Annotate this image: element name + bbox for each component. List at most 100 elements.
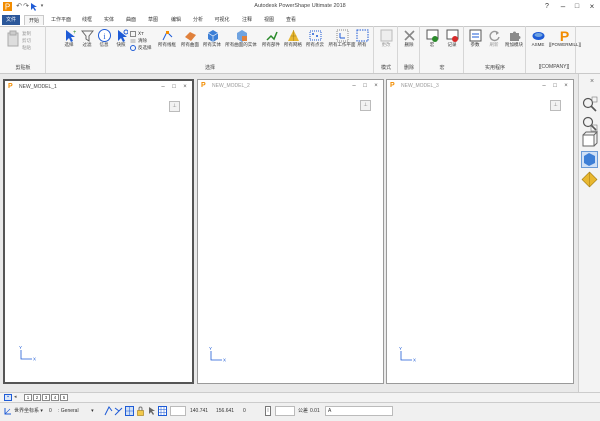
window-tab-3[interactable]: 3 bbox=[42, 394, 50, 401]
tab-file[interactable]: 文件 bbox=[2, 15, 20, 25]
refresh-icon bbox=[488, 30, 500, 42]
lock-icon[interactable] bbox=[136, 406, 145, 416]
tab-workplane[interactable]: 工作平面 bbox=[48, 15, 74, 25]
select-small-tools: ⅩT 清除 反选择 bbox=[130, 30, 156, 51]
tab-view[interactable]: 视图 bbox=[260, 15, 278, 25]
window-maximize-icon[interactable]: □ bbox=[550, 80, 560, 92]
absolute-mode-icon[interactable] bbox=[264, 406, 273, 416]
wireframe-icon bbox=[162, 31, 172, 41]
window-tab-4[interactable]: 4 bbox=[51, 394, 59, 401]
tabs-scroll-left-icon[interactable]: ◂ bbox=[14, 394, 22, 401]
cursor-x-value: 140.741 bbox=[190, 408, 209, 414]
pointer-icon[interactable] bbox=[147, 406, 156, 416]
view-toolbar-close-icon[interactable]: × bbox=[590, 78, 594, 85]
level-select[interactable]: : General ▾ bbox=[58, 406, 94, 416]
all-point-clouds-button[interactable]: 所有点云 bbox=[302, 29, 328, 48]
coordinate-system-select[interactable]: 世界坐标系 ▾ bbox=[14, 406, 43, 416]
surface-icon bbox=[184, 32, 196, 41]
model-window-3[interactable]: P NEW_MODEL_3 – □ × ⊥ Y X bbox=[386, 79, 574, 384]
window-maximize-icon[interactable]: □ bbox=[169, 81, 179, 93]
view-cube-icon[interactable]: ⊥ bbox=[360, 100, 371, 111]
snap-intelligent-icon[interactable] bbox=[114, 406, 123, 416]
tile-windows-icon[interactable]: ▪ bbox=[4, 394, 12, 401]
zoom-window-icon[interactable] bbox=[581, 115, 598, 132]
macro-run-button[interactable]: 宏 bbox=[421, 29, 443, 48]
tab-home[interactable]: 开始 bbox=[24, 15, 44, 25]
shaded-view-icon[interactable] bbox=[581, 151, 598, 168]
window-close-icon[interactable]: × bbox=[180, 81, 190, 93]
paste-button[interactable] bbox=[6, 30, 20, 50]
parameters-icon bbox=[469, 29, 481, 42]
axis-triad-icon: Y X bbox=[209, 346, 226, 363]
copy-button[interactable]: 复制 bbox=[22, 31, 31, 37]
model-window-name: NEW_MODEL_2 bbox=[212, 83, 250, 89]
ribbon-tabs: 文件 开始 工作平面 线框 实体 曲面 草图 编辑 分析 可视化 注释 视图 查… bbox=[0, 14, 600, 26]
tab-surface[interactable]: 曲面 bbox=[122, 15, 140, 25]
clear-button[interactable]: 清除 bbox=[130, 37, 156, 44]
level-name-value: : General bbox=[58, 408, 79, 414]
macro-record-button[interactable]: 记录 bbox=[441, 29, 463, 48]
view-box-icon[interactable] bbox=[581, 131, 598, 148]
delete-x-icon bbox=[403, 30, 415, 41]
model-window-2[interactable]: P NEW_MODEL_2 – □ × ⊥ Y X bbox=[197, 79, 384, 384]
cut-button[interactable]: 剪切 bbox=[22, 38, 31, 44]
snap-tool-icon[interactable] bbox=[104, 406, 113, 416]
point-cloud-icon bbox=[309, 30, 321, 41]
all-surface-solids-button[interactable]: 所有曲面的实体 bbox=[224, 29, 258, 48]
app-title: Autodesk PowerShape Ultimate 2018 bbox=[254, 3, 346, 9]
minimize-icon[interactable]: – bbox=[556, 1, 570, 13]
tab-wireframe[interactable]: 线框 bbox=[78, 15, 96, 25]
units-field[interactable]: A bbox=[325, 406, 393, 416]
view-cube-icon[interactable]: ⊥ bbox=[550, 100, 561, 111]
workplane-status-icon[interactable] bbox=[3, 406, 12, 416]
all-solids-button[interactable]: 所有实体 bbox=[199, 29, 225, 48]
maximize-icon[interactable]: □ bbox=[570, 1, 584, 13]
tab-annotate[interactable]: 注释 bbox=[238, 15, 256, 25]
help-icon[interactable]: ? bbox=[540, 1, 554, 13]
select-group-label: 选择 bbox=[204, 65, 215, 71]
window-minimize-icon[interactable]: – bbox=[349, 80, 359, 92]
step-field[interactable] bbox=[275, 406, 295, 416]
addins-button[interactable]: 附加模块 bbox=[502, 29, 526, 48]
window-tab-1[interactable]: 1 bbox=[24, 394, 32, 401]
clear-selection-button[interactable]: ⅩT bbox=[130, 30, 156, 37]
svg-text:P: P bbox=[559, 29, 568, 42]
invert-selection-button[interactable]: 反选择 bbox=[130, 44, 156, 51]
grid-snap-icon[interactable] bbox=[125, 406, 134, 416]
tab-analysis[interactable]: 分析 bbox=[189, 15, 207, 25]
tolerance-value: 0.01 bbox=[310, 408, 320, 414]
tab-solid[interactable]: 实体 bbox=[100, 15, 118, 25]
zoom-in-icon[interactable] bbox=[581, 96, 598, 113]
select-all-button[interactable]: 所有 bbox=[351, 29, 373, 48]
mesh-icon bbox=[287, 30, 299, 41]
asme-button[interactable]: ASME bbox=[527, 29, 549, 48]
input-mode-field[interactable] bbox=[170, 406, 186, 416]
tab-sketch[interactable]: 草图 bbox=[144, 15, 162, 25]
grid-icon[interactable] bbox=[158, 406, 167, 416]
tab-edit[interactable]: 编辑 bbox=[167, 15, 185, 25]
tab-inspect[interactable]: 查看 bbox=[282, 15, 300, 25]
cursor-y-value: 156.641 bbox=[216, 408, 235, 414]
eraser-icon bbox=[130, 38, 136, 43]
window-maximize-icon[interactable]: □ bbox=[360, 80, 370, 92]
surface-solid-icon bbox=[236, 30, 247, 42]
axis-y-label: Y bbox=[399, 346, 402, 351]
tab-visualize[interactable]: 可视化 bbox=[210, 15, 234, 25]
puzzle-icon bbox=[509, 31, 520, 41]
window-minimize-icon[interactable]: – bbox=[539, 80, 549, 92]
window-close-icon[interactable]: × bbox=[371, 80, 381, 92]
axis-triad-icon: Y X bbox=[399, 346, 416, 363]
window-close-icon[interactable]: × bbox=[561, 80, 571, 92]
window-tab-5[interactable]: 5 bbox=[60, 394, 68, 401]
close-icon[interactable]: × bbox=[585, 1, 599, 13]
window-tab-2[interactable]: 2 bbox=[33, 394, 41, 401]
model-window-1[interactable]: P NEW_MODEL_1 – □ × ⊥ Y X bbox=[3, 79, 194, 384]
powermill-button[interactable]: P [[POWERMILL]] bbox=[549, 29, 581, 48]
mode-change-button[interactable]: 更改 bbox=[374, 29, 398, 48]
delete-button[interactable]: 删除 bbox=[396, 29, 422, 48]
view-cube-icon[interactable]: ⊥ bbox=[169, 101, 180, 112]
window-minimize-icon[interactable]: – bbox=[158, 81, 168, 93]
clear-icon bbox=[130, 30, 136, 37]
shading-options-icon[interactable] bbox=[581, 171, 598, 188]
paste-special-button[interactable]: 粘贴 bbox=[22, 45, 31, 51]
